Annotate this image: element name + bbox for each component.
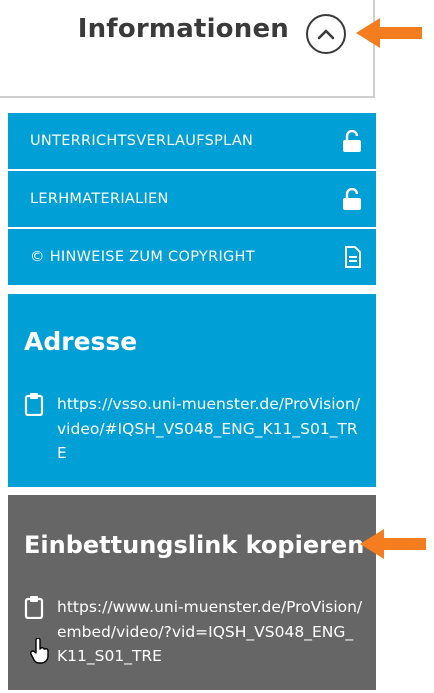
clipboard-icon[interactable] bbox=[24, 392, 44, 416]
nav-item-copyright[interactable]: © HINWEISE ZUM COPYRIGHT bbox=[8, 229, 376, 285]
document-icon bbox=[345, 246, 361, 268]
embed-heading: Einbettungslink kopieren bbox=[24, 531, 365, 559]
annotation-arrow-icon bbox=[356, 18, 422, 48]
hand-cursor-icon bbox=[30, 638, 49, 664]
nav-item-label: UNTERRICHTSVERLAUFSPLAN bbox=[30, 133, 254, 149]
address-url-row[interactable]: https://vsso.uni-muenster.de/ProVision/v… bbox=[24, 392, 364, 466]
address-panel: Adresse https://vsso.uni-muenster.de/Pro… bbox=[8, 294, 376, 487]
unlock-icon bbox=[343, 130, 361, 152]
nav-item-lesson-plan[interactable]: UNTERRICHTSVERLAUFSPLAN bbox=[8, 113, 376, 169]
nav-item-label: © HINWEISE ZUM COPYRIGHT bbox=[30, 249, 255, 265]
address-url[interactable]: https://vsso.uni-muenster.de/ProVision/v… bbox=[57, 392, 363, 466]
chevron-up-icon bbox=[317, 29, 335, 40]
info-title: Informationen bbox=[77, 14, 289, 44]
unlock-icon bbox=[343, 188, 361, 210]
embed-url-row[interactable]: https://www.uni-muenster.de/ProVision/em… bbox=[24, 595, 364, 669]
info-header: Informationen bbox=[0, 0, 375, 98]
nav-item-label: LERHMATERIALIEN bbox=[30, 191, 169, 207]
embed-url[interactable]: https://www.uni-muenster.de/ProVision/em… bbox=[57, 595, 363, 669]
address-heading: Adresse bbox=[24, 327, 138, 356]
collapse-button[interactable] bbox=[306, 14, 346, 54]
clipboard-icon[interactable] bbox=[24, 595, 44, 619]
nav-item-materials[interactable]: LERHMATERIALIEN bbox=[8, 171, 376, 227]
embed-panel: Einbettungslink kopieren https://www.uni… bbox=[8, 495, 376, 690]
annotation-arrow-icon bbox=[360, 529, 426, 559]
